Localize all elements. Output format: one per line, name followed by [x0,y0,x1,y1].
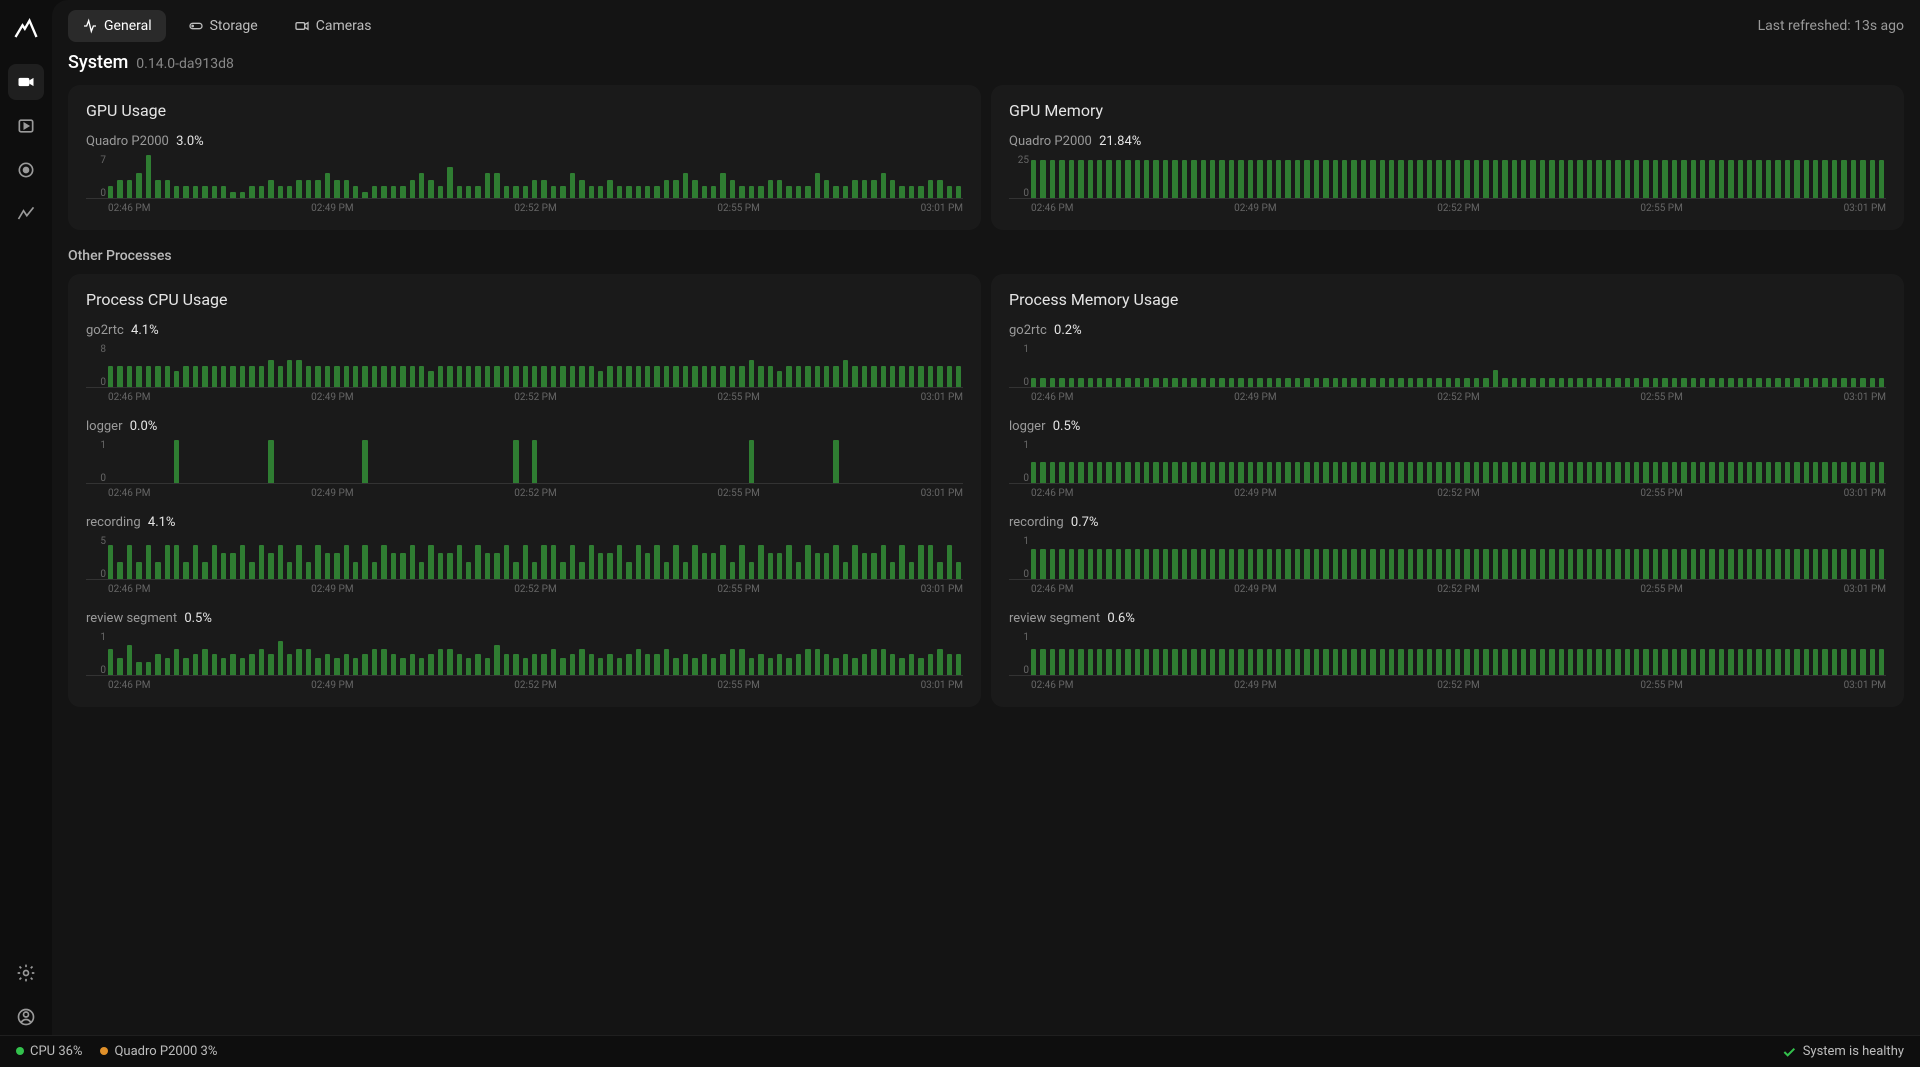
list-item: logger 0.5% 1002:46 PM02:49 PM02:52 PM02:… [1009,419,1886,499]
activity-icon [82,18,98,34]
list-item: go2rtc 0.2% 1002:46 PM02:49 PM02:52 PM02:… [1009,323,1886,403]
sidebar [0,0,52,1035]
list-item: recording 4.1% 5002:46 PM02:49 PM02:52 PM… [86,515,963,595]
chart-gpu-usage: 7002:46 PM02:49 PM02:52 PM02:55 PM03:01 … [86,155,963,214]
card-title: Process Memory Usage [1009,290,1886,309]
status-bar: CPU 36% Quadro P2000 3% System is health… [0,1035,1920,1067]
card-gpu-memory: GPU Memory Quadro P2000 21.84% 25002:46 … [991,85,1904,230]
tab-storage[interactable]: Storage [174,10,272,42]
app-logo-icon [12,16,40,44]
sidebar-item-camera[interactable] [8,64,44,100]
status-gpu: Quadro P2000 3% [100,1044,217,1059]
camera-icon [294,18,310,34]
dot-icon [16,1047,24,1055]
metric-label: recording 0.7% [1009,515,1886,530]
page-version: 0.14.0-da913d8 [136,56,234,72]
metric-label: review segment 0.6% [1009,611,1886,626]
sidebar-item-settings[interactable] [8,955,44,991]
metric-label: Quadro P2000 3.0% [86,134,963,149]
dot-icon [100,1047,108,1055]
status-health: System is healthy [1781,1044,1904,1060]
topbar: General Storage Cameras Last refreshed: … [68,10,1904,42]
tab-storage-label: Storage [210,18,258,34]
tab-general[interactable]: General [68,10,166,42]
sidebar-item-activity[interactable] [8,196,44,232]
page-title-text: System [68,52,128,73]
tab-cameras[interactable]: Cameras [280,10,386,42]
list-item: recording 0.7% 1002:46 PM02:49 PM02:52 PM… [1009,515,1886,595]
chart: 1002:46 PM02:49 PM02:52 PM02:55 PM03:01 … [86,632,963,691]
chart: 1002:46 PM02:49 PM02:52 PM02:55 PM03:01 … [1009,632,1886,691]
card-title: GPU Memory [1009,101,1886,120]
metric-label: logger 0.0% [86,419,963,434]
sidebar-item-account[interactable] [8,999,44,1035]
status-cpu: CPU 36% [16,1044,82,1059]
sidebar-item-record[interactable] [8,152,44,188]
process-cpu-list: go2rtc 4.1% 8002:46 PM02:49 PM02:52 PM02:… [86,323,963,691]
list-item: logger 0.0% 1002:46 PM02:49 PM02:52 PM02:… [86,419,963,499]
section-other-processes: Other Processes [68,248,1904,264]
check-icon [1781,1044,1797,1060]
metric-label: recording 4.1% [86,515,963,530]
tab-cameras-label: Cameras [316,18,372,34]
card-process-cpu: Process CPU Usage go2rtc 4.1% 8002:46 PM0… [68,274,981,707]
metric-label: Quadro P2000 21.84% [1009,134,1886,149]
card-title: GPU Usage [86,101,963,120]
metric-label: logger 0.5% [1009,419,1886,434]
chart: 8002:46 PM02:49 PM02:52 PM02:55 PM03:01 … [86,344,963,403]
card-title: Process CPU Usage [86,290,963,309]
list-item: review segment 0.5% 1002:46 PM02:49 PM02:… [86,611,963,691]
chart: 1002:46 PM02:49 PM02:52 PM02:55 PM03:01 … [1009,536,1886,595]
tab-general-label: General [104,18,152,34]
chart: 1002:46 PM02:49 PM02:52 PM02:55 PM03:01 … [1009,344,1886,403]
card-gpu-usage: GPU Usage Quadro P2000 3.0% 7002:46 PM02… [68,85,981,230]
storage-icon [188,18,204,34]
metric-label: review segment 0.5% [86,611,963,626]
chart: 1002:46 PM02:49 PM02:52 PM02:55 PM03:01 … [1009,440,1886,499]
list-item: review segment 0.6% 1002:46 PM02:49 PM02:… [1009,611,1886,691]
page-title: System 0.14.0-da913d8 [68,52,1904,73]
chart: 5002:46 PM02:49 PM02:52 PM02:55 PM03:01 … [86,536,963,595]
metric-label: go2rtc 0.2% [1009,323,1886,338]
chart: 1002:46 PM02:49 PM02:52 PM02:55 PM03:01 … [86,440,963,499]
metric-label: go2rtc 4.1% [86,323,963,338]
card-process-memory: Process Memory Usage go2rtc 0.2% 1002:46 … [991,274,1904,707]
sidebar-item-clip[interactable] [8,108,44,144]
chart-gpu-memory: 25002:46 PM02:49 PM02:52 PM02:55 PM03:01… [1009,155,1886,214]
last-refreshed: Last refreshed: 13s ago [1758,18,1904,34]
main-content: General Storage Cameras Last refreshed: … [52,0,1920,1035]
list-item: go2rtc 4.1% 8002:46 PM02:49 PM02:52 PM02:… [86,323,963,403]
process-memory-list: go2rtc 0.2% 1002:46 PM02:49 PM02:52 PM02:… [1009,323,1886,691]
